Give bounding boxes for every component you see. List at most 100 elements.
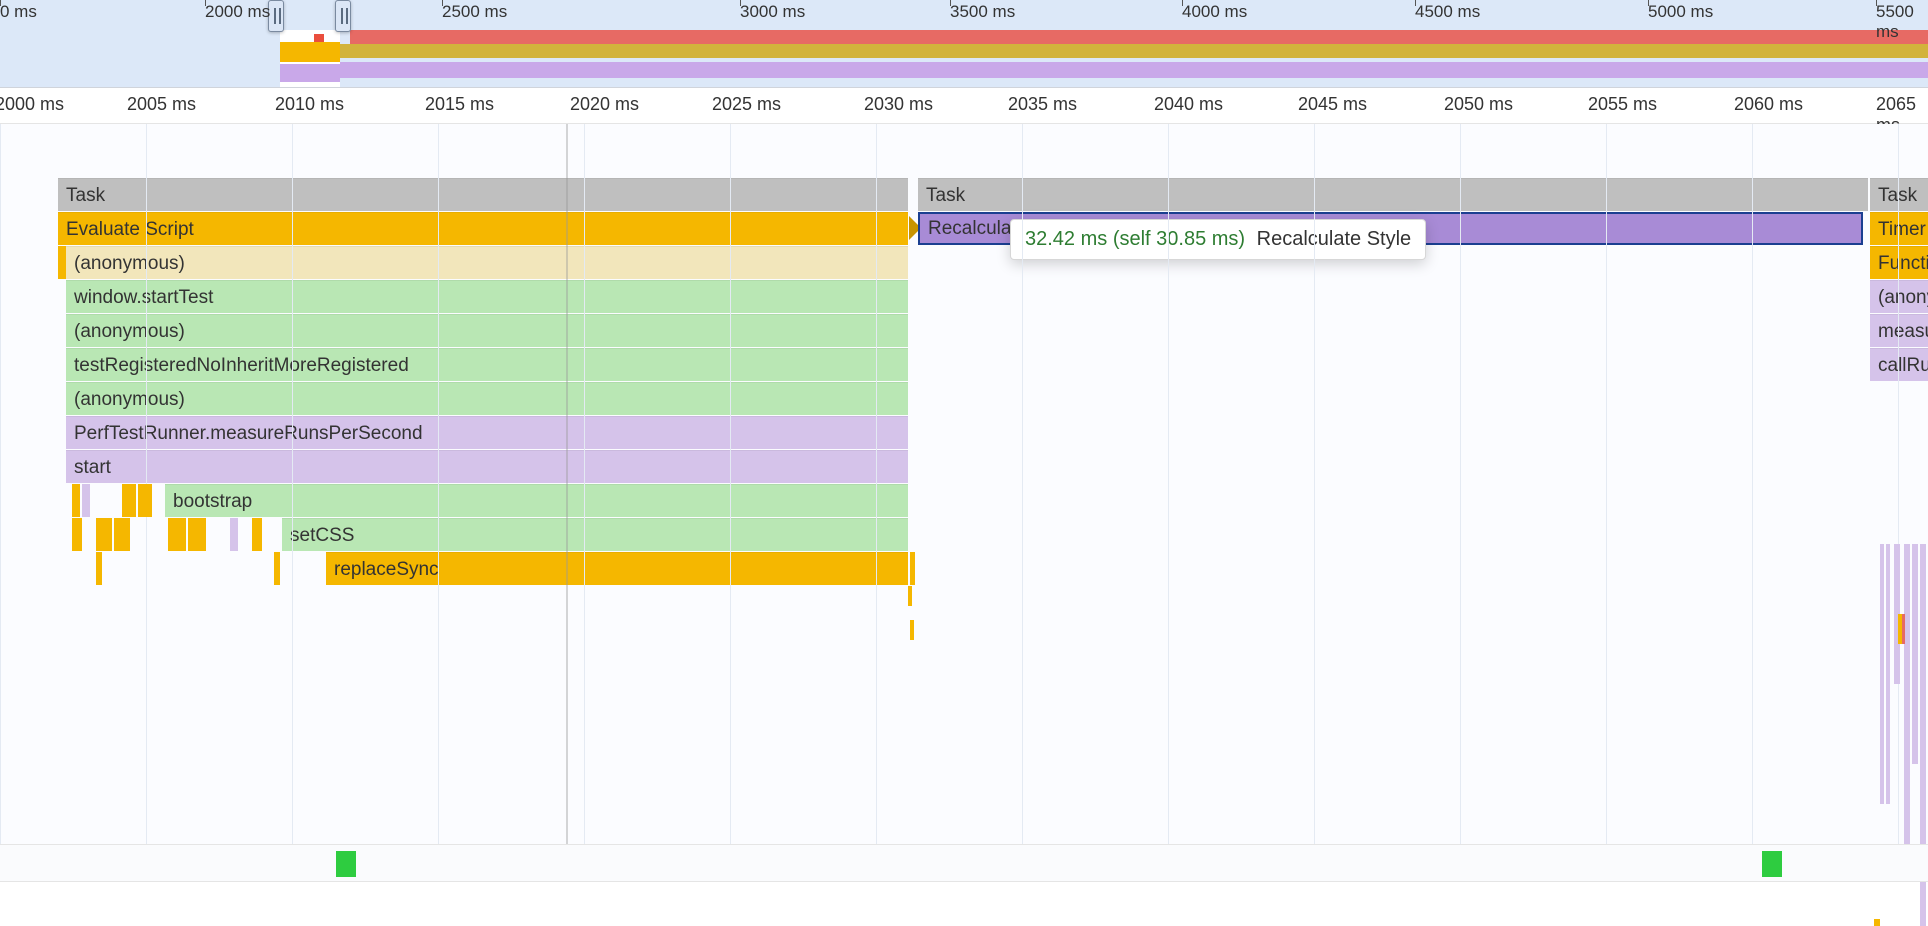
flame-testreg[interactable]: testRegisteredNoInheritMoreRegistered [66,348,908,381]
flame-micro-block [122,484,136,517]
flame-label: start [74,457,111,478]
overview-tick: 0 ms [0,0,37,22]
grid-line [1022,124,1023,844]
grid-line [0,124,1,844]
ruler-tick: 2010 ms [275,94,344,115]
flame-label: (anonymous) [74,253,185,274]
overview-tick: 2500 ms [442,0,507,22]
ruler-tick: 2040 ms [1154,94,1223,115]
flame-label: window.startTest [74,287,213,308]
flame-label: Evaluate Script [66,219,194,240]
grid-line [292,124,293,844]
overview-tick: 4500 ms [1415,0,1480,22]
ruler-tick: 2050 ms [1444,94,1513,115]
flame-label: setCSS [290,525,354,546]
flame-micro-block [96,518,112,551]
flame-label: testRegisteredNoInheritMoreRegistered [74,355,409,376]
frame-marker[interactable] [336,851,356,877]
tooltip-name: Recalculate Style [1257,228,1412,250]
grid-line [1168,124,1169,844]
flame-micro-block [188,518,206,551]
ruler-tick: 2030 ms [864,94,933,115]
flame-task-left[interactable]: Task [58,178,908,211]
overview-tick: 5000 ms [1648,0,1713,22]
flame-label: callRu [1878,355,1928,376]
ruler-tick: 2015 ms [425,94,494,115]
grid-line [1898,124,1899,844]
flame-start-test[interactable]: window.startTest [66,280,908,313]
flame-micro-block [274,552,280,585]
flame-anon1-marker [58,246,66,279]
flame-micro-block [72,484,80,517]
ruler-tick: 2060 ms [1734,94,1803,115]
flame-function[interactable]: Functio [1870,246,1928,279]
flame-anon-right[interactable]: (anony [1870,280,1928,313]
flame-micro-block [1904,544,1910,844]
overview-sel-script [280,42,340,62]
grid-line [1460,124,1461,844]
overview-band-layout [350,30,1928,44]
flame-label: (anonymous) [74,321,185,342]
flame-measure[interactable]: measu [1870,314,1928,347]
ruler-tick: 2025 ms [712,94,781,115]
flame-evaluate-script[interactable]: Evaluate Script [58,212,908,245]
overview-sel-red [314,34,324,42]
timeline-overview[interactable]: 0 ms 2000 ms 2500 ms 3000 ms 3500 ms 4000 ms 4… [0,0,1928,88]
flame-anon3[interactable]: (anonymous) [66,382,908,415]
overview-band-rendering [300,62,1928,78]
flame-label: Task [66,185,105,206]
overview-selection-window[interactable] [280,30,340,87]
flame-anon1[interactable]: (anonymous) [66,246,908,279]
flame-micro-block [1880,544,1884,804]
flame-micro-block [168,518,186,551]
frame-marker[interactable] [1762,851,1782,877]
ruler-tick: 2045 ms [1298,94,1367,115]
flame-bootstrap[interactable]: bootstrap [165,484,908,517]
overview-tick: 3500 ms [950,0,1015,22]
markers-track[interactable] [0,844,1928,882]
flame-micro [910,620,914,640]
flame-micro-block [1874,919,1880,926]
flame-micro-block [138,484,152,517]
flame-micro-block [1886,544,1890,804]
time-ruler[interactable]: 2000 ms2005 ms2010 ms2015 ms2020 ms2025 … [0,88,1928,124]
flame-label: Functio [1878,253,1928,274]
flame-perftest[interactable]: PerfTestRunner.measureRunsPerSecond [66,416,908,449]
grid-line [438,124,439,844]
flame-task-right[interactable]: Task [1870,178,1928,211]
flame-anon2[interactable]: (anonymous) [66,314,908,347]
grid-line [584,124,585,844]
flame-start[interactable]: start [66,450,908,483]
flame-label: bootstrap [173,491,252,512]
ruler-tick: 2005 ms [127,94,196,115]
flame-setcss[interactable]: setCSS [282,518,908,551]
ruler-tick: 2035 ms [1008,94,1077,115]
flame-micro [908,586,912,606]
flame-micro-block [1902,614,1905,644]
flame-callrun[interactable]: callRu [1870,348,1928,381]
flame-micro-block [230,518,238,551]
grid-line [1606,124,1607,844]
ruler-tick: 2055 ms [1588,94,1657,115]
overview-band-scripting [300,44,1928,58]
flame-micro-block [1912,544,1918,764]
ruler-tick: 2020 ms [570,94,639,115]
overview-handle-right[interactable] [335,0,351,32]
flame-micro-block [72,518,82,551]
overview-tick: 3000 ms [740,0,805,22]
flame-replacesync[interactable]: replaceSync [326,552,908,585]
grid-line [1752,124,1753,844]
overview-tick: 2000 ms [205,0,270,22]
flame-label: (anonymous) [74,389,185,410]
grid-line [876,124,877,844]
flame-micro [910,552,915,585]
flame-micro-block [82,484,90,517]
flame-label: Task [926,185,965,206]
grid-line [1314,124,1315,844]
overview-tick: 4000 ms [1182,0,1247,22]
flame-task-mid[interactable]: Task [918,178,1868,211]
playhead-line[interactable] [566,124,568,844]
flame-chart[interactable]: Task Evaluate Script (anonymous) window.… [0,124,1928,844]
overview-handle-left[interactable] [268,0,284,32]
flame-timer-fired[interactable]: Timer F [1870,212,1928,245]
